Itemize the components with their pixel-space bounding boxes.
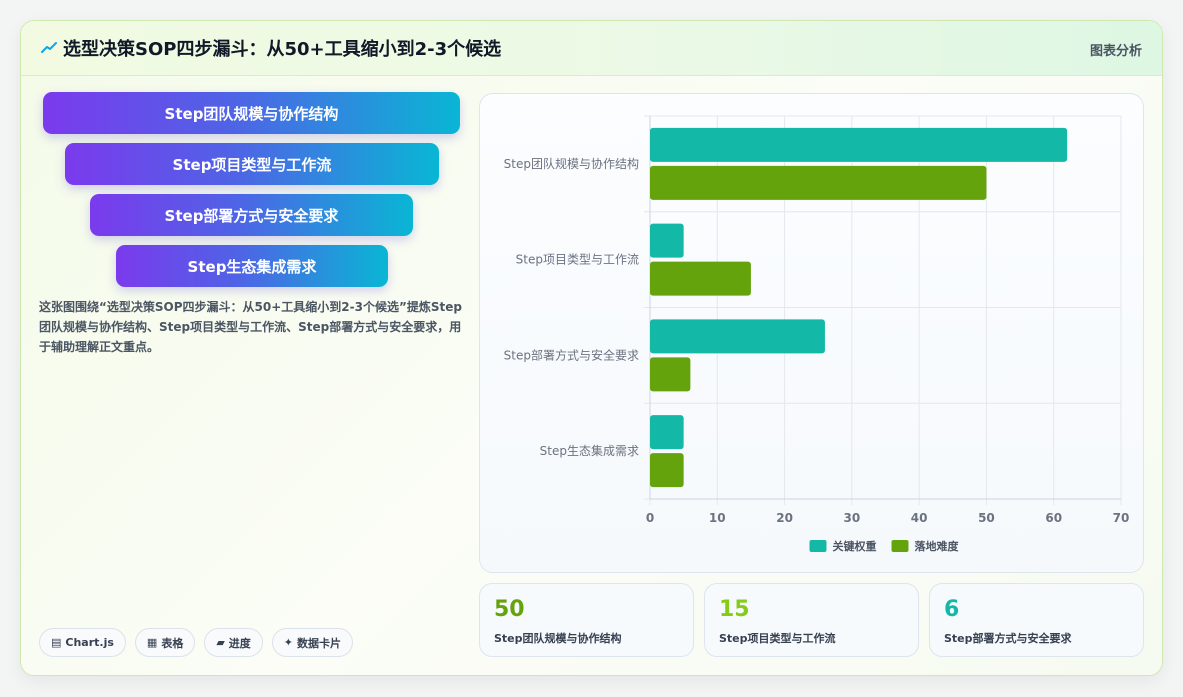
y-tick-label: Step部署方式与安全要求 [504, 347, 639, 362]
chip-label: 数据卡片 [297, 636, 342, 650]
chart-analysis-tag: 图表分析 [1089, 44, 1142, 59]
chip-table[interactable]: ▦ 表格 [134, 628, 196, 657]
x-tick-label: 10 [709, 511, 726, 525]
bar-chart: 0 10 20 30 40 50 60 70 Step团队规模与协作结构 Step项目类型与工作流… [504, 115, 1130, 553]
chip-data-card[interactable]: ✦ 数据卡片 [271, 628, 354, 657]
bar-key-weight [650, 127, 1068, 162]
y-tick-label: Step生态集成需求 [540, 443, 639, 458]
bar-difficulty [650, 165, 987, 200]
x-tick-label: 40 [911, 511, 928, 525]
chart-icon: ▤ [51, 636, 62, 649]
bar-difficulty [650, 453, 684, 488]
bar-difficulty [650, 261, 751, 296]
stat-value: 50 [494, 597, 525, 622]
x-tick-label: 50 [978, 511, 995, 525]
funnel-step-1: Step团队规模与协作结构 [43, 92, 460, 134]
page-title: 选型决策SOP四步漏斗：从50+工具缩小到2-3个候选 [63, 39, 502, 60]
bar-difficulty [650, 357, 691, 392]
funnel-step-3: Step部署方式与安全要求 [90, 194, 413, 236]
chart-description: 这张图围绕“选型决策SOP四步漏斗：从50+工具缩小到2-3个候选”提炼Step… [39, 300, 462, 354]
bar-key-weight [650, 319, 825, 354]
chip-progress[interactable]: ▰ 进度 [204, 628, 263, 657]
main-card: 选型决策SOP四步漏斗：从50+工具缩小到2-3个候选 图表分析 Step团队规… [20, 20, 1163, 676]
bar-key-weight [650, 223, 684, 258]
header: 选型决策SOP四步漏斗：从50+工具缩小到2-3个候选 图表分析 [21, 21, 1162, 76]
y-tick-label: Step项目类型与工作流 [516, 253, 639, 267]
legend-swatch [809, 540, 827, 552]
bar-key-weight [650, 415, 684, 450]
chip-bar: ▤ Chart.js ▦ 表格 ▰ 进度 ✦ 数据卡片 [39, 628, 354, 657]
stat-label: Step部署方式与安全要求 [944, 632, 1072, 645]
trend-icon [41, 42, 57, 53]
stat-label: Step团队规模与协作结构 [494, 632, 622, 645]
table-icon: ▦ [146, 636, 158, 649]
legend-label: 关键权重 [833, 539, 877, 553]
sparkle-icon: ✦ [283, 636, 294, 649]
chip-label: 进度 [228, 636, 251, 650]
x-tick-label: 30 [844, 511, 861, 525]
chip-label: 表格 [161, 636, 184, 650]
progress-icon: ▰ [216, 636, 225, 649]
legend-label: 落地难度 [915, 539, 960, 553]
y-tick-label: Step团队规模与协作结构 [504, 156, 639, 171]
x-tick-label: 0 [646, 511, 654, 525]
x-tick-label: 70 [1113, 511, 1130, 525]
legend-swatch [891, 540, 909, 552]
funnel-step-4: Step生态集成需求 [116, 245, 388, 287]
funnel-step-2: Step项目类型与工作流 [65, 143, 439, 185]
stat-card-2: 15 Step项目类型与工作流 [704, 583, 919, 657]
x-tick-label: 60 [1045, 511, 1062, 525]
x-tick-label: 20 [776, 511, 793, 525]
stat-value: 6 [944, 597, 960, 622]
stat-value: 15 [719, 597, 750, 622]
chip-chartjs[interactable]: ▤ Chart.js [39, 628, 126, 657]
stat-label: Step项目类型与工作流 [719, 632, 836, 645]
chip-label: Chart.js [65, 636, 114, 649]
stat-card-1: 50 Step团队规模与协作结构 [479, 583, 694, 657]
stat-card-3: 6 Step部署方式与安全要求 [929, 583, 1144, 657]
chart-panel: 0 10 20 30 40 50 60 70 Step团队规模与协作结构 Step项目类型与工作流… [479, 93, 1144, 573]
